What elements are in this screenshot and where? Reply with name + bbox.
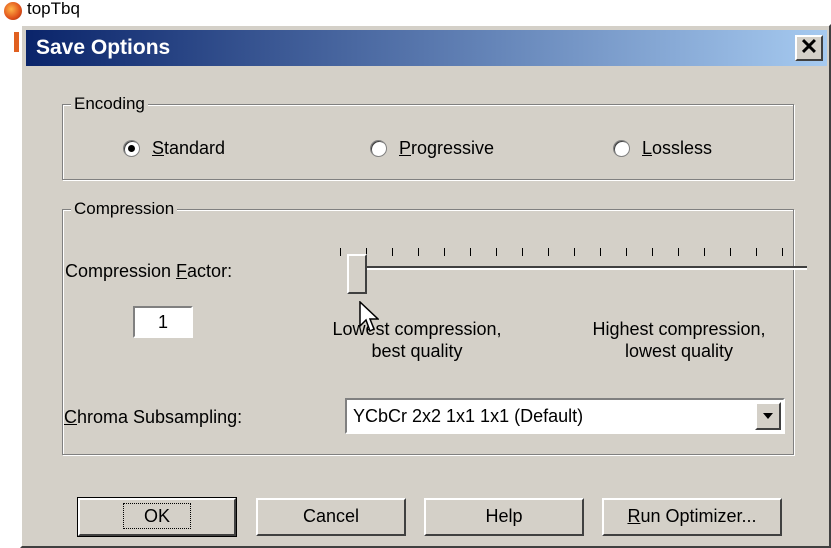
compression-factor-label: Compression Factor: — [65, 261, 233, 281]
slider-tick — [652, 248, 653, 256]
background-window-mark — [14, 32, 19, 52]
background-window-edge — [0, 22, 8, 548]
radio-progressive-label: Progressive — [399, 138, 495, 158]
slider-tick — [496, 248, 497, 256]
slider-tick — [522, 248, 523, 256]
close-icon: ✕ — [799, 34, 819, 59]
compression-slider-track[interactable] — [352, 266, 807, 270]
save-options-dialog: Save Options ✕ Encoding Standard Progres… — [20, 24, 831, 548]
help-button[interactable]: Help — [424, 498, 584, 536]
radio-progressive[interactable]: Progressive — [370, 138, 494, 159]
slider-tick — [678, 248, 679, 256]
background-window-title: topTbq — [27, 0, 80, 18]
slider-tick — [730, 248, 731, 256]
radio-standard[interactable]: Standard — [123, 138, 225, 159]
compression-slider-thumb[interactable] — [347, 254, 367, 294]
radio-progressive-indicator[interactable] — [370, 140, 387, 157]
slider-tick — [704, 248, 705, 256]
chroma-subsampling-label: Chroma Subsampling: — [64, 407, 243, 427]
ok-button[interactable]: OK — [77, 497, 237, 537]
radio-standard-label: Standard — [152, 138, 226, 158]
chroma-subsampling-value: YCbCr 2x2 1x1 1x1 (Default) — [353, 406, 584, 426]
dialog-title: Save Options — [36, 36, 171, 59]
encoding-legend: Encoding — [71, 93, 148, 115]
slider-tick — [782, 248, 783, 256]
dialog-titlebar[interactable]: Save Options ✕ — [26, 30, 827, 66]
radio-standard-indicator[interactable] — [123, 140, 140, 157]
background-window-strip: topTbq — [0, 0, 831, 22]
cancel-button[interactable]: Cancel — [256, 498, 406, 536]
slider-tick — [626, 248, 627, 256]
slider-tick — [600, 248, 601, 256]
slider-min-label: Lowest compression, best quality — [332, 319, 502, 361]
slider-tick — [392, 248, 393, 256]
radio-lossless-label: Lossless — [642, 138, 713, 158]
compression-factor-field[interactable]: 1 — [133, 306, 193, 338]
slider-max-label: Highest compression, lowest quality — [592, 319, 766, 361]
slider-tick — [756, 248, 757, 256]
radio-lossless-indicator[interactable] — [613, 140, 630, 157]
run-optimizer-button[interactable]: Run Optimizer... — [602, 498, 782, 536]
slider-tick — [470, 248, 471, 256]
compression-legend: Compression — [71, 198, 178, 220]
app-icon — [4, 2, 22, 20]
mouse-cursor-icon — [359, 301, 379, 333]
chevron-down-icon[interactable] — [755, 402, 781, 430]
slider-tick — [548, 248, 549, 256]
radio-lossless[interactable]: Lossless — [613, 138, 712, 159]
slider-tick — [444, 248, 445, 256]
close-button[interactable]: ✕ — [795, 35, 823, 61]
slider-tick — [340, 248, 341, 256]
chroma-subsampling-select[interactable]: YCbCr 2x2 1x1 1x1 (Default) — [345, 398, 785, 434]
slider-tick — [418, 248, 419, 256]
slider-tick — [574, 248, 575, 256]
